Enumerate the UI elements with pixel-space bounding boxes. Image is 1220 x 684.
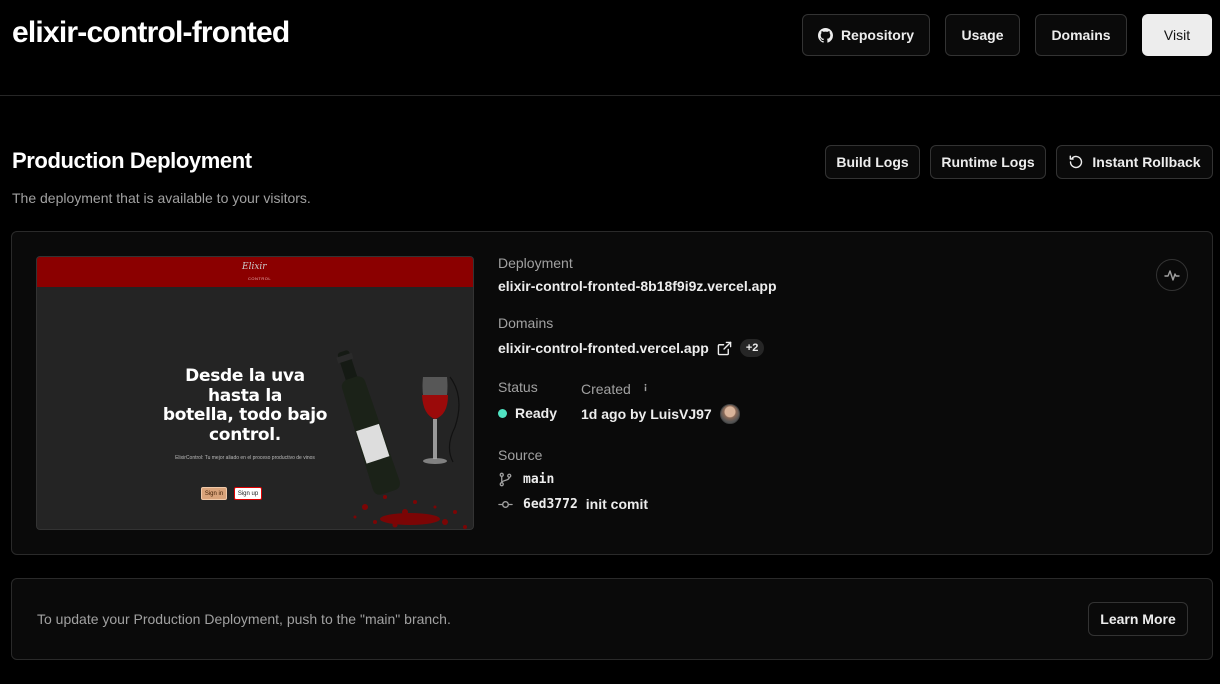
activity-icon — [1164, 270, 1180, 281]
branch-row: main — [498, 472, 554, 487]
domains-button[interactable]: Domains — [1035, 14, 1127, 56]
deployment-label: Deployment — [498, 255, 573, 271]
domains-label: Domains — [498, 315, 554, 331]
source-label: Source — [498, 447, 543, 463]
usage-button[interactable]: Usage — [945, 14, 1020, 56]
status-text: Ready — [515, 405, 558, 421]
github-icon — [817, 27, 833, 43]
instant-rollback-label: Instant Rollback — [1092, 154, 1201, 170]
build-logs-button[interactable]: Build Logs — [825, 145, 920, 179]
created-text: 1d ago by LuisVJ97 — [581, 406, 712, 422]
commit-message[interactable]: init comit — [586, 496, 648, 512]
rollback-icon — [1070, 155, 1083, 169]
status-value: Ready — [498, 405, 557, 421]
preview-signup-button: Sign up — [234, 487, 262, 500]
repository-label: Repository — [840, 27, 915, 43]
wine-bottle-glass-image — [336, 350, 467, 529]
domain-row: elixir-control-fronted.vercel.app +2 — [498, 339, 765, 357]
instant-rollback-button[interactable]: Instant Rollback — [1056, 145, 1213, 179]
created-label: Created — [581, 381, 650, 397]
info-icon[interactable] — [641, 383, 650, 392]
section-description: The deployment that is available to your… — [12, 190, 311, 206]
update-info-text: To update your Production Deployment, pu… — [37, 611, 451, 627]
runtime-logs-button[interactable]: Runtime Logs — [930, 145, 1046, 179]
extra-domains-badge[interactable]: +2 — [739, 339, 765, 357]
git-commit-icon — [498, 500, 513, 508]
created-value: 1d ago by LuisVJ97 — [581, 404, 740, 424]
status-dot-icon — [498, 408, 507, 418]
visit-button[interactable]: Visit — [1142, 14, 1212, 56]
git-branch-icon — [499, 472, 512, 487]
section-title: Production Deployment — [12, 148, 252, 173]
deployment-url-link[interactable]: elixir-control-fronted-8b18f9i9z.vercel.… — [498, 278, 777, 294]
status-label: Status — [498, 379, 538, 395]
branch-name[interactable]: main — [523, 472, 554, 487]
project-title: elixir-control-fronted — [12, 16, 290, 49]
activity-button[interactable] — [1156, 259, 1188, 291]
domain-url-link[interactable]: elixir-control-fronted.vercel.app — [498, 340, 709, 356]
header-divider — [0, 95, 1220, 96]
deployment-preview[interactable]: Elixir CONTROL Desde la uva hasta la bot… — [36, 256, 474, 530]
preview-signin-button: Sign in — [201, 487, 227, 500]
commit-row: 6ed3772 init comit — [498, 496, 648, 512]
commit-hash[interactable]: 6ed3772 — [523, 497, 578, 512]
avatar[interactable] — [719, 404, 740, 424]
preview-logo: Elixir CONTROL — [242, 262, 272, 281]
external-link-icon[interactable] — [717, 341, 732, 356]
learn-more-button[interactable]: Learn More — [1088, 602, 1188, 636]
repository-button[interactable]: Repository — [802, 14, 930, 56]
